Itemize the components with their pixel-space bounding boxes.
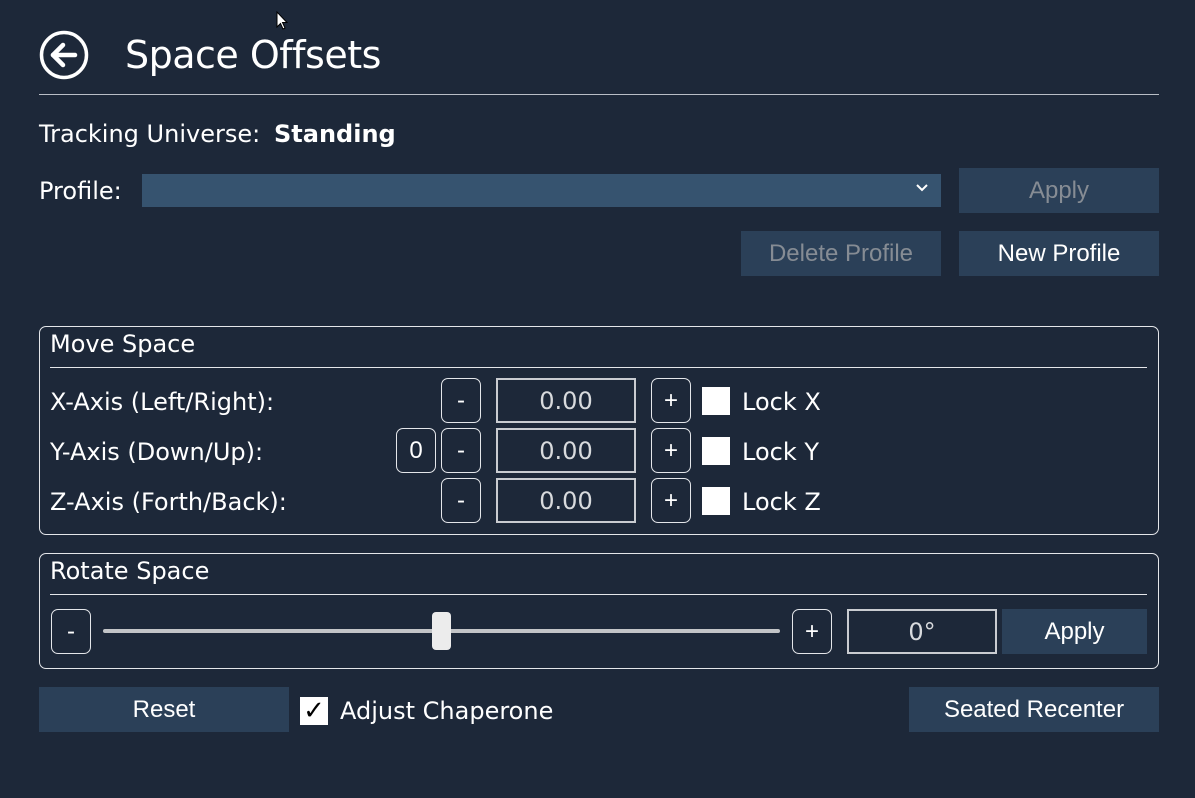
z-axis-label: Z-Axis (Forth/Back):	[50, 488, 287, 516]
header-divider	[39, 94, 1159, 95]
z-axis-increment-button[interactable]: +	[651, 478, 691, 523]
x-axis-decrement-button[interactable]: -	[441, 378, 481, 423]
page-title: Space Offsets	[125, 33, 381, 77]
reset-button[interactable]: Reset	[39, 687, 289, 732]
x-axis-increment-button[interactable]: +	[651, 378, 691, 423]
back-button[interactable]	[39, 30, 89, 80]
adjust-chaperone-checkbox[interactable]: ✓	[300, 697, 328, 725]
checkmark-icon: ✓	[303, 696, 325, 726]
lock-x-label: Lock X	[742, 388, 821, 416]
tracking-universe-value: Standing	[274, 120, 396, 148]
y-axis-value-input[interactable]: 0.00	[496, 428, 636, 473]
tracking-universe-label: Tracking Universe:	[39, 120, 261, 148]
lock-y-checkbox[interactable]	[702, 437, 730, 465]
rotate-decrement-button[interactable]: -	[51, 609, 91, 654]
y-axis-label: Y-Axis (Down/Up):	[50, 438, 264, 466]
new-profile-button[interactable]: New Profile	[959, 231, 1159, 276]
mouse-cursor-icon	[276, 11, 288, 30]
back-arrow-circle-icon	[39, 30, 89, 80]
y-axis-zero-button[interactable]: 0	[396, 428, 436, 473]
move-space-divider	[50, 367, 1147, 368]
z-axis-value-input[interactable]: 0.00	[496, 478, 636, 523]
rotation-value-input[interactable]: 0°	[847, 609, 997, 654]
apply-profile-button[interactable]: Apply	[959, 168, 1159, 213]
rotate-space-divider	[50, 594, 1147, 595]
apply-rotation-button[interactable]: Apply	[1002, 609, 1147, 654]
profile-label: Profile:	[39, 177, 122, 205]
lock-z-checkbox[interactable]	[702, 487, 730, 515]
y-axis-increment-button[interactable]: +	[651, 428, 691, 473]
profile-dropdown[interactable]	[142, 174, 941, 207]
rotation-slider-thumb[interactable]	[432, 612, 451, 650]
x-axis-value-input[interactable]: 0.00	[496, 378, 636, 423]
adjust-chaperone-label: Adjust Chaperone	[340, 697, 554, 725]
x-axis-label: X-Axis (Left/Right):	[50, 388, 275, 416]
delete-profile-button[interactable]: Delete Profile	[741, 231, 941, 276]
z-axis-decrement-button[interactable]: -	[441, 478, 481, 523]
move-space-title: Move Space	[50, 330, 196, 358]
lock-z-label: Lock Z	[742, 488, 821, 516]
lock-x-checkbox[interactable]	[702, 387, 730, 415]
lock-y-label: Lock Y	[742, 438, 820, 466]
rotate-increment-button[interactable]: +	[792, 609, 832, 654]
chevron-down-icon	[916, 184, 928, 192]
seated-recenter-button[interactable]: Seated Recenter	[909, 687, 1159, 732]
rotate-space-title: Rotate Space	[50, 557, 210, 585]
y-axis-decrement-button[interactable]: -	[441, 428, 481, 473]
